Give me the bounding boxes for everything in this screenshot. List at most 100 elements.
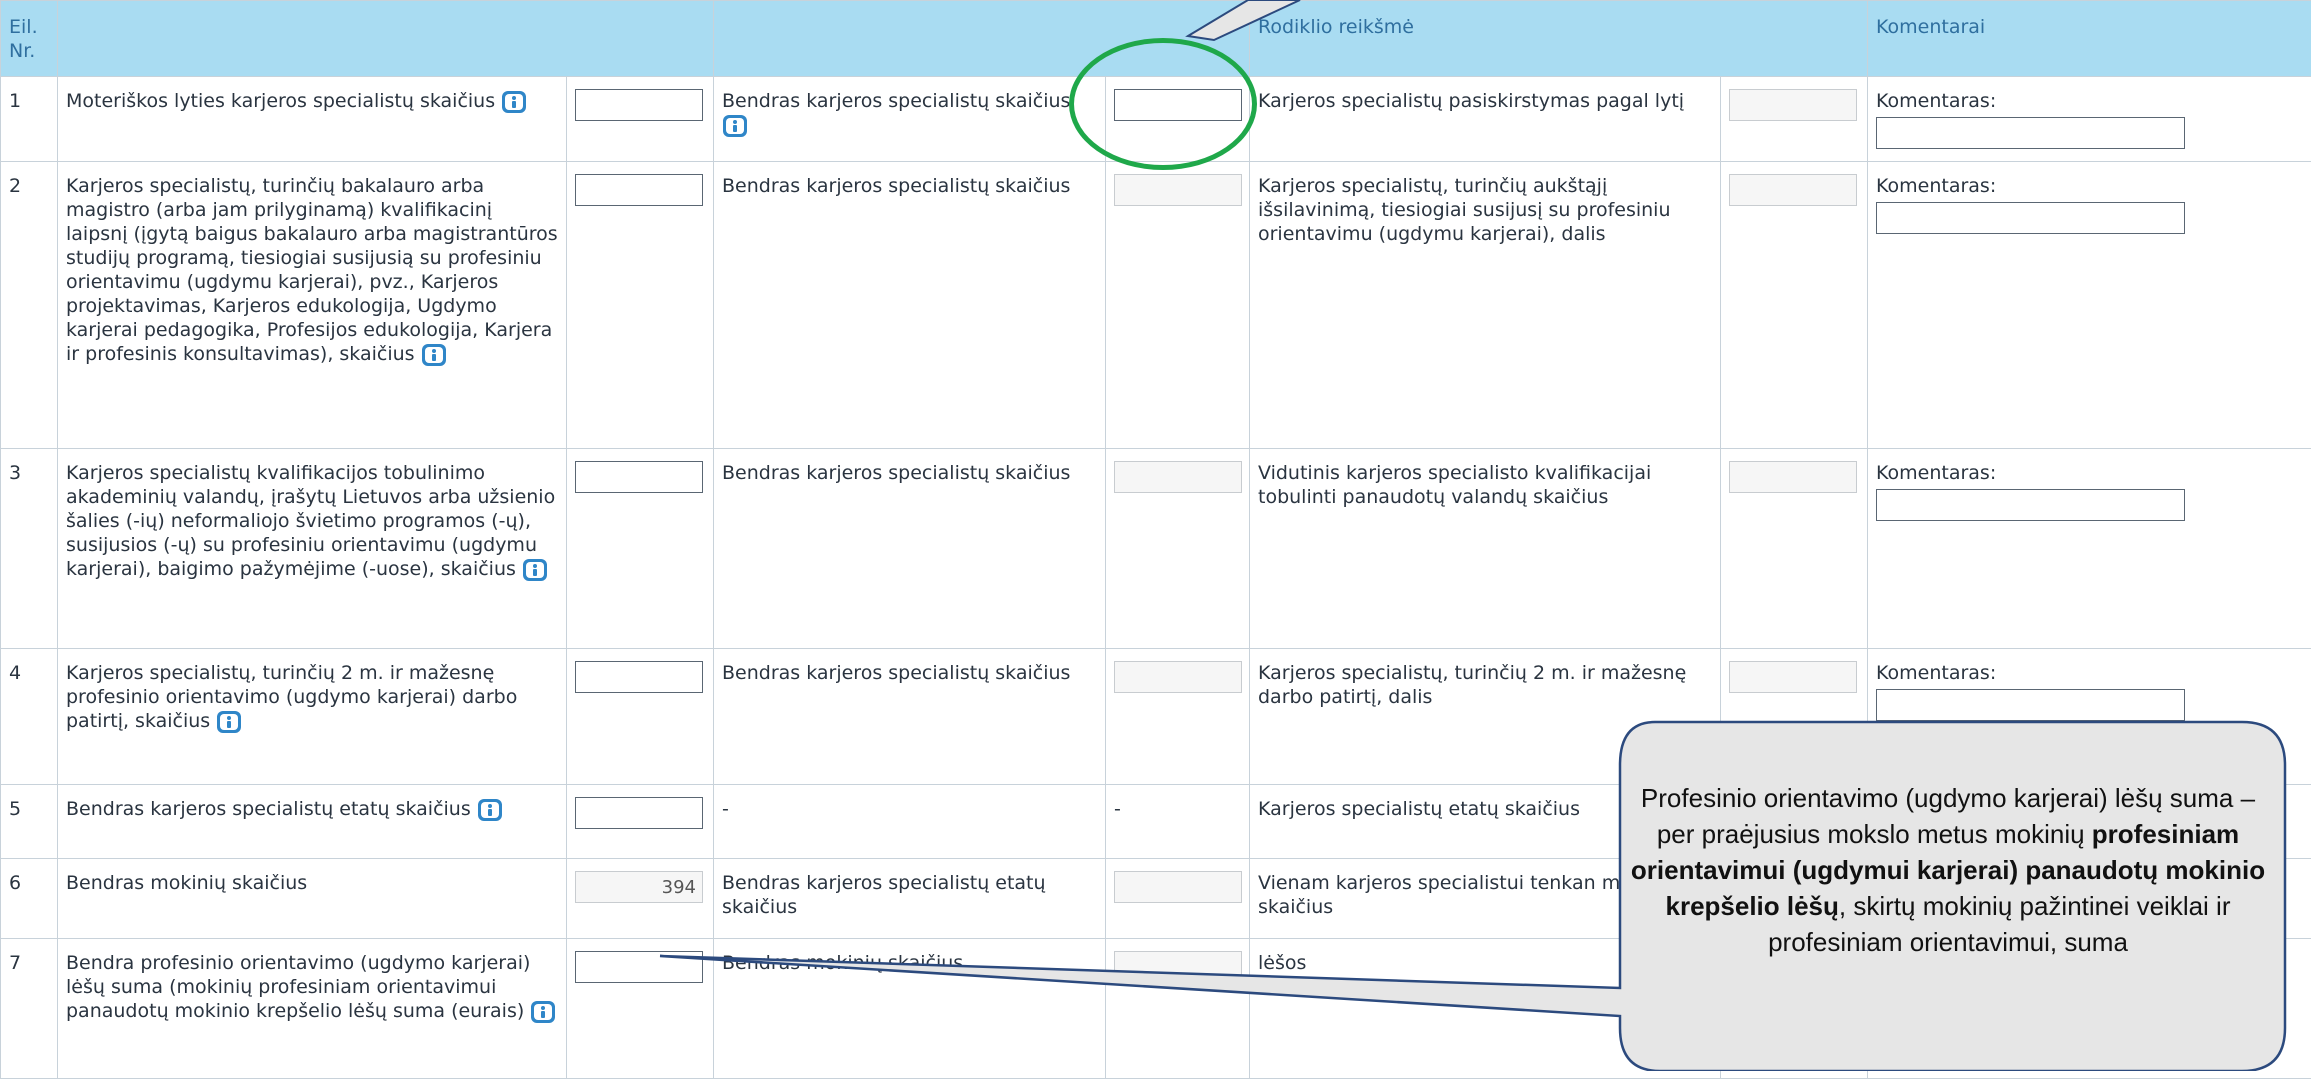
input-cell [567, 785, 714, 859]
compare-label: Bendras mokinių skaičius [722, 952, 963, 974]
row-nr: 4 [1, 649, 58, 785]
value-input[interactable] [575, 797, 703, 829]
comment-input[interactable] [1876, 117, 2185, 149]
row-nr: 6 [1, 859, 58, 939]
comment-cell: Komentaras: [1868, 77, 2311, 162]
input-cell [567, 162, 714, 449]
comment-cell: Komentaras: [1868, 449, 2311, 649]
compare-label: - [722, 798, 729, 820]
info-icon[interactable] [421, 343, 447, 367]
value-input[interactable] [575, 89, 703, 121]
compare-label-cell: Bendras karjeros specialistų skaičius [714, 162, 1106, 449]
comment-label: Komentaras: [1876, 662, 1996, 684]
compare-label-cell: Bendras karjeros specialistų etatų skaič… [714, 859, 1106, 939]
indicator-value-cell [1721, 77, 1868, 162]
value-input[interactable] [575, 174, 703, 206]
indicator-cell: Karjeros specialistų, turinčių 2 m. ir m… [1250, 649, 1721, 785]
value-input[interactable] [575, 661, 703, 693]
row-description: Moteriškos lyties karjeros specialistų s… [58, 77, 567, 162]
input-cell [567, 859, 714, 939]
comment-input[interactable] [1876, 689, 2185, 721]
indicator-label: Karjeros specialistų pasiskirstymas paga… [1258, 90, 1684, 112]
callout-text: Profesinio orientavimo (ugdymo karjerai)… [1620, 780, 2276, 960]
indicator-cell: Vidutinis karjeros specialisto kvalifika… [1250, 449, 1721, 649]
indicator-value-cell [1721, 649, 1868, 785]
indicator-label: Karjeros specialistų etatų skaičius [1258, 798, 1580, 820]
comment-input[interactable] [1876, 202, 2185, 234]
compare-label-cell: Bendras karjeros specialistų skaičius [714, 649, 1106, 785]
table-row: 1 Moteriškos lyties karjeros specialistų … [1, 77, 2311, 162]
compare-value-dash: - [1114, 798, 1121, 820]
row-nr: 5 [1, 785, 58, 859]
row-description: Karjeros specialistų, turinčių bakalauro… [58, 162, 567, 449]
compare-value-cell [1106, 939, 1250, 1079]
indicator-value-input [1729, 461, 1857, 493]
description-text: Karjeros specialistų, turinčių bakalauro… [66, 175, 558, 365]
comment-label: Komentaras: [1876, 462, 1996, 484]
compare-label: Bendras karjeros specialistų skaičius [722, 90, 1070, 112]
info-icon[interactable] [501, 90, 527, 114]
indicator-label: Vidutinis karjeros specialisto kvalifika… [1258, 462, 1651, 508]
input-cell [567, 649, 714, 785]
indicator-label: Karjeros specialistų, turinčių aukštąjį … [1258, 175, 1671, 245]
row-description: Karjeros specialistų, turinčių 2 m. ir m… [58, 649, 567, 785]
compare-value-input[interactable] [1114, 951, 1242, 983]
info-icon[interactable] [216, 710, 242, 734]
description-text: Karjeros specialistų kvalifikacijos tobu… [66, 462, 555, 580]
header-compare [714, 1, 1250, 77]
comment-input[interactable] [1876, 489, 2185, 521]
value-input[interactable] [575, 871, 703, 903]
compare-label: Bendras karjeros specialistų etatų skaič… [722, 872, 1046, 918]
compare-value-input[interactable] [1114, 174, 1242, 206]
compare-value-cell [1106, 449, 1250, 649]
compare-label-cell: Bendras mokinių skaičius [714, 939, 1106, 1079]
comment-cell: Komentaras: [1868, 649, 2311, 785]
info-icon[interactable] [522, 558, 548, 582]
description-text: Moteriškos lyties karjeros specialistų s… [66, 90, 495, 112]
table-header-row: Eil. Nr. Rodiklio reikšmė Komentarai [1, 1, 2311, 77]
compare-label-cell: Bendras karjeros specialistų skaičius [714, 449, 1106, 649]
description-text: Karjeros specialistų, turinčių 2 m. ir m… [66, 662, 517, 732]
compare-value-cell [1106, 162, 1250, 449]
indicator-cell: Karjeros specialistų pasiskirstymas paga… [1250, 77, 1721, 162]
input-cell [567, 449, 714, 649]
row-description: Bendras karjeros specialistų etatų skaič… [58, 785, 567, 859]
header-description [58, 1, 714, 77]
indicator-value-input [1729, 89, 1857, 121]
info-icon[interactable] [477, 798, 503, 822]
row-nr: 1 [1, 77, 58, 162]
indicator-cell: Karjeros specialistų, turinčių aukštąjį … [1250, 162, 1721, 449]
info-icon[interactable] [722, 114, 748, 138]
compare-label: Bendras karjeros specialistų skaičius [722, 175, 1070, 197]
description-text: Bendra profesinio orientavimo (ugdymo ka… [66, 952, 530, 1022]
comment-cell: Komentaras: [1868, 162, 2311, 449]
indicator-value-input [1729, 174, 1857, 206]
compare-label-cell: Bendras karjeros specialistų skaičius [714, 77, 1106, 162]
compare-label: Bendras karjeros specialistų skaičius [722, 462, 1070, 484]
compare-value-cell [1106, 649, 1250, 785]
compare-value-cell [1106, 859, 1250, 939]
input-cell [567, 77, 714, 162]
description-text: Bendras mokinių skaičius [66, 872, 307, 894]
row-description: Bendras mokinių skaičius [58, 859, 567, 939]
compare-value-cell [1106, 77, 1250, 162]
value-input[interactable] [575, 461, 703, 493]
table-row: 2Karjeros specialistų, turinčių bakalaur… [1, 162, 2311, 449]
value-input[interactable] [575, 951, 703, 983]
row-nr: 2 [1, 162, 58, 449]
compare-value-input[interactable] [1114, 661, 1242, 693]
row-nr: 3 [1, 449, 58, 649]
compare-value-input[interactable] [1114, 89, 1242, 121]
comment-label: Komentaras: [1876, 90, 1996, 112]
compare-value-cell: - [1106, 785, 1250, 859]
compare-label: Bendras karjeros specialistų skaičius [722, 662, 1070, 684]
compare-value-input[interactable] [1114, 871, 1242, 903]
header-indicator-value: Rodiklio reikšmė [1250, 1, 1868, 77]
input-cell [567, 939, 714, 1079]
header-comments: Komentarai [1868, 1, 2311, 77]
comment-label: Komentaras: [1876, 175, 1996, 197]
indicator-label: lėšos [1258, 952, 1306, 974]
compare-value-input[interactable] [1114, 461, 1242, 493]
info-icon[interactable] [530, 1000, 556, 1024]
indicator-value-input [1729, 661, 1857, 693]
